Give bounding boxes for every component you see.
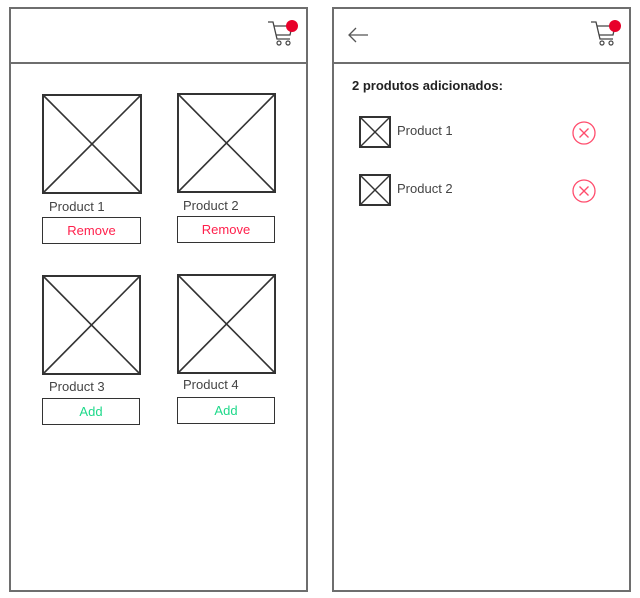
remove-button[interactable]: Remove <box>42 217 141 244</box>
circle-x-icon[interactable] <box>571 178 597 204</box>
cart-item-name: Product 2 <box>397 181 453 196</box>
arrow-left-icon[interactable] <box>346 23 370 47</box>
image-placeholder-icon <box>42 275 141 375</box>
cart-header <box>334 9 629 64</box>
cart-icon[interactable] <box>266 17 300 51</box>
image-placeholder-icon <box>359 174 391 206</box>
catalog-screen: Product 1 Remove Product 2 Remove Produc… <box>9 7 308 592</box>
product-name: Product 2 <box>183 198 239 213</box>
product-name: Product 3 <box>49 379 105 394</box>
cart-screen: 2 produtos adicionados: Product 1 Produc… <box>332 7 631 592</box>
cart-item: Product 1 <box>359 116 599 150</box>
circle-x-icon[interactable] <box>571 120 597 146</box>
cart-heading: 2 produtos adicionados: <box>352 78 503 93</box>
cart-badge <box>286 20 298 32</box>
image-placeholder-icon <box>177 93 276 193</box>
product-name: Product 1 <box>49 199 105 214</box>
cart-icon[interactable] <box>589 17 623 51</box>
image-placeholder-icon <box>42 94 142 194</box>
image-placeholder-icon <box>177 274 276 374</box>
catalog-header <box>11 9 306 64</box>
product-name: Product 4 <box>183 377 239 392</box>
add-button[interactable]: Add <box>177 397 275 424</box>
cart-badge <box>609 20 621 32</box>
image-placeholder-icon <box>359 116 391 148</box>
cart-item-name: Product 1 <box>397 123 453 138</box>
add-button[interactable]: Add <box>42 398 140 425</box>
remove-button[interactable]: Remove <box>177 216 275 243</box>
cart-item: Product 2 <box>359 174 599 208</box>
